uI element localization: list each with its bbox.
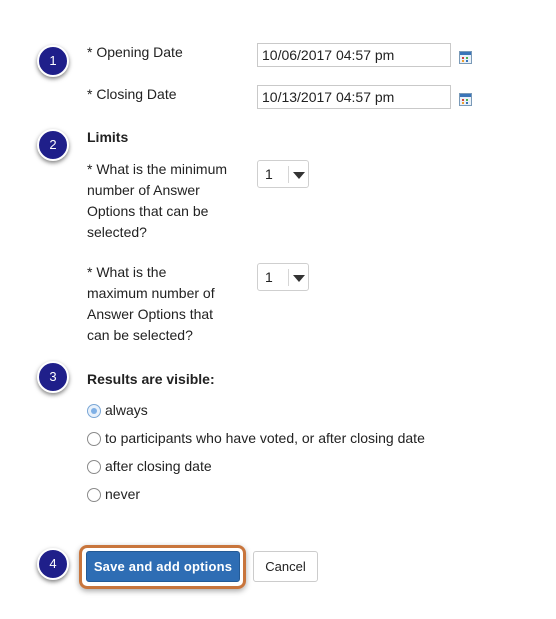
- closing-date-input[interactable]: 10/13/2017 04:57 pm: [257, 85, 451, 109]
- max-question-line: can be selected?: [87, 327, 193, 343]
- max-question-line: Answer Options that: [87, 306, 214, 322]
- max-question-line: maximum number of: [87, 285, 215, 301]
- results-visible-heading: Results are visible:: [87, 371, 215, 387]
- results-after-closing-label[interactable]: after closing date: [105, 456, 212, 477]
- min-options-value: 1: [265, 166, 273, 182]
- results-after-closing-radio[interactable]: [87, 460, 101, 474]
- save-and-add-options-button[interactable]: Save and add options: [86, 551, 240, 582]
- max-options-select[interactable]: 1: [257, 263, 309, 291]
- min-question-line: Options that can be: [87, 203, 209, 219]
- select-separator: [288, 166, 289, 183]
- step-4-badge: 4: [37, 548, 69, 580]
- chevron-down-icon: [293, 172, 305, 179]
- select-separator: [288, 269, 289, 286]
- results-never-radio[interactable]: [87, 488, 101, 502]
- min-question-line: selected?: [87, 224, 147, 240]
- results-always-label[interactable]: always: [105, 400, 148, 421]
- opening-date-calendar-icon[interactable]: [459, 51, 472, 64]
- min-options-question: * What is the minimum number of Answer O…: [87, 159, 252, 243]
- closing-date-label: * Closing Date: [87, 86, 177, 102]
- max-options-question: * What is the maximum number of Answer O…: [87, 262, 252, 346]
- step-1-badge: 1: [37, 45, 69, 77]
- chevron-down-icon: [293, 275, 305, 282]
- closing-date-calendar-icon[interactable]: [459, 93, 472, 106]
- results-always-radio[interactable]: [87, 404, 101, 418]
- step-3-badge: 3: [37, 361, 69, 393]
- opening-date-input[interactable]: 10/06/2017 04:57 pm: [257, 43, 451, 67]
- max-options-value: 1: [265, 269, 273, 285]
- limits-heading: Limits: [87, 129, 129, 145]
- min-question-line: number of Answer: [87, 182, 200, 198]
- min-options-select[interactable]: 1: [257, 160, 309, 188]
- min-question-line: * What is the minimum: [87, 161, 228, 177]
- results-participants-label[interactable]: to participants who have voted, or after…: [105, 428, 425, 449]
- max-question-line: * What is the: [87, 264, 167, 280]
- results-participants-radio[interactable]: [87, 432, 101, 446]
- opening-date-label: * Opening Date: [87, 44, 183, 60]
- step-2-badge: 2: [37, 129, 69, 161]
- results-never-label[interactable]: never: [105, 484, 140, 505]
- cancel-button[interactable]: Cancel: [253, 551, 318, 582]
